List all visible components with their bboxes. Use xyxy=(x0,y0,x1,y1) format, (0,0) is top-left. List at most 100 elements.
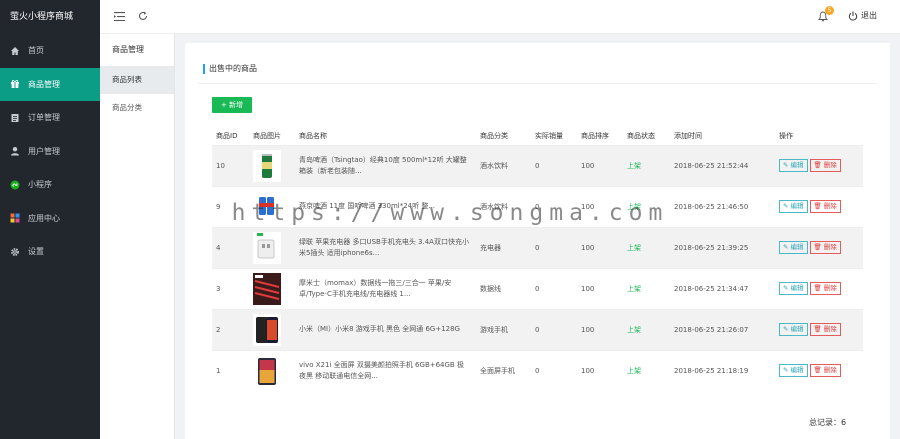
header-status: 商品状态 xyxy=(623,127,670,145)
cell-status: 上架 xyxy=(623,144,670,186)
menu-toggle-icon[interactable] xyxy=(113,10,125,22)
sidebar-item-orders[interactable]: 订单管理 xyxy=(0,101,100,135)
panel-title: 出售中的商品 xyxy=(203,63,257,74)
miniprogram-icon xyxy=(10,180,20,190)
cell-sort: 100 xyxy=(577,308,623,350)
product-thumbnail[interactable] xyxy=(253,272,281,305)
product-thumbnail[interactable] xyxy=(253,231,281,264)
delete-label: 删除 xyxy=(823,366,837,375)
cell-sort: 100 xyxy=(577,349,623,391)
cell-time: 2018-06-25 21:34:47 xyxy=(670,267,775,309)
sidebar-item-settings[interactable]: 设置 xyxy=(0,235,100,269)
add-goods-button[interactable]: + 新增 xyxy=(212,97,252,113)
cell-image xyxy=(249,144,295,186)
sidebar-item-label: 用户管理 xyxy=(28,146,60,156)
cell-category: 酒水饮料 xyxy=(476,144,531,186)
cell-status: 上架 xyxy=(623,308,670,350)
sidebar-item-label: 小程序 xyxy=(28,180,52,190)
cell-category: 数据线 xyxy=(476,267,531,309)
refresh-icon[interactable] xyxy=(137,10,149,22)
edit-label: 编辑 xyxy=(790,161,804,169)
product-thumbnail[interactable] xyxy=(253,149,281,182)
logout-button[interactable]: 退出 xyxy=(848,10,877,21)
topbar: 5 退出 xyxy=(100,0,900,34)
edit-label: 编辑 xyxy=(790,325,804,333)
cell-sales: 0 xyxy=(531,267,577,309)
delete-button[interactable]: 🗑 删除 xyxy=(809,364,841,378)
cell-name: 摩米士（momax）数据线一拖三/三合一 苹果/安卓/Type-C手机充电线/充… xyxy=(295,267,476,309)
product-name: 青岛啤酒（Tsingtao）经典10度 500ml*12听 大罐整箱装（新老包装… xyxy=(299,155,467,175)
cell-sales: 0 xyxy=(531,349,577,391)
cell-name: 青岛啤酒（Tsingtao）经典10度 500ml*12听 大罐整箱装（新老包装… xyxy=(295,144,476,186)
sidebar-item-miniprogram[interactable]: 小程序 xyxy=(0,168,100,202)
cell-actions: ✎ 编辑 🗑 删除 xyxy=(775,226,863,268)
goods-table: 商品ID 商品图片 商品名称 商品分类 实际销量 商品排序 商品状态 添加时间 … xyxy=(212,127,863,391)
delete-button[interactable]: 🗑 删除 xyxy=(809,241,841,254)
delete-label: 删除 xyxy=(823,325,837,333)
cell-actions: ✎ 编辑 🗑 删除 xyxy=(775,308,863,350)
watermark: https://www.songma.com xyxy=(231,200,669,226)
gift-icon xyxy=(10,79,20,89)
cell-time: 2018-06-25 21:39:25 xyxy=(670,226,775,268)
subnav: 商品管理 商品列表 商品分类 xyxy=(100,34,175,439)
cell-name: 绿联 苹果充电器 多口USB手机充电头 3.4A双口快充小米5插头 适用ipho… xyxy=(295,226,476,268)
header-time: 添加时间 xyxy=(670,127,775,145)
brand-title: 萤火小程序商城 xyxy=(10,12,74,22)
logout-label: 退出 xyxy=(861,11,877,20)
delete-label: 删除 xyxy=(823,161,837,169)
header-name: 商品名称 xyxy=(295,127,476,145)
subnav-item-goods-category[interactable]: 商品分类 xyxy=(100,94,174,122)
edit-button[interactable]: ✎ 编辑 xyxy=(779,323,808,336)
edit-button[interactable]: ✎ 编辑 xyxy=(779,159,808,172)
sidebar-item-goods[interactable]: 商品管理 xyxy=(0,67,100,101)
product-thumbnail[interactable] xyxy=(253,354,281,387)
cell-name: vivo X21i 全面屏 双摄美颜拍照手机 6GB+64GB 极夜黑 移动联通… xyxy=(295,349,476,391)
cell-sort: 100 xyxy=(577,226,623,268)
table-row: 4 绿联 苹果充电器 多口USB手机充电头 3.4A双口快充小米5插头 适用ip… xyxy=(212,226,863,268)
power-icon xyxy=(848,11,858,21)
product-thumbnail[interactable] xyxy=(253,313,281,346)
cell-actions: ✎ 编辑 🗑 删除 xyxy=(775,267,863,309)
cell-id: 4 xyxy=(212,226,249,268)
edit-button[interactable]: ✎ 编辑 xyxy=(779,241,808,254)
edit-button[interactable]: ✎ 编辑 xyxy=(779,282,808,295)
table-row: 3 摩米士（momax）数据线一拖三/三合一 苹果/安卓/Type-C手机充电线… xyxy=(212,267,863,309)
home-icon xyxy=(10,46,20,56)
cell-time: 2018-06-25 21:26:07 xyxy=(670,308,775,350)
cell-id: 1 xyxy=(212,349,249,391)
divider xyxy=(198,83,877,84)
cell-image xyxy=(249,349,295,391)
sidebar-nav: 首页 商品管理 订单管理 用户管理 小程序 应用中心 设置 xyxy=(0,34,100,269)
header-sort: 商品排序 xyxy=(577,127,623,145)
cell-category: 充电器 xyxy=(476,226,531,268)
user-icon xyxy=(10,146,20,156)
subnav-item-goods-list[interactable]: 商品列表 xyxy=(100,66,174,94)
delete-label: 删除 xyxy=(823,243,837,251)
header-sales: 实际销量 xyxy=(531,127,577,145)
gear-icon xyxy=(10,247,20,257)
delete-button[interactable]: 🗑 删除 xyxy=(809,282,841,295)
edit-button[interactable]: ✎ 编辑 xyxy=(779,364,808,378)
notification-badge: 5 xyxy=(825,6,834,15)
edit-label: 编辑 xyxy=(790,284,804,292)
table-row: 10 青岛啤酒（Tsingtao）经典10度 500ml*12听 大罐整箱装（新… xyxy=(212,144,863,186)
product-name: vivo X21i 全面屏 双摄美颜拍照手机 6GB+64GB 极夜黑 移动联通… xyxy=(299,360,464,380)
table-header-row: 商品ID 商品图片 商品名称 商品分类 实际销量 商品排序 商品状态 添加时间 … xyxy=(212,127,863,145)
cell-category: 全面屏手机 xyxy=(476,349,531,391)
sidebar-item-users[interactable]: 用户管理 xyxy=(0,135,100,169)
cell-time: 2018-06-25 21:18:19 xyxy=(670,349,775,391)
cell-status: 上架 xyxy=(623,226,670,268)
plus-icon: + xyxy=(220,101,230,109)
goods-panel: 出售中的商品 + 新增 商品ID 商品图片 商品名称 商品分类 实际销量 商品排… xyxy=(185,43,890,439)
delete-button[interactable]: 🗑 删除 xyxy=(809,323,841,336)
edit-label: 编辑 xyxy=(790,366,804,375)
sidebar-item-label: 首页 xyxy=(28,46,44,56)
header-image: 商品图片 xyxy=(249,127,295,145)
delete-button[interactable]: 🗑 删除 xyxy=(809,159,841,172)
cell-sales: 0 xyxy=(531,144,577,186)
sidebar-item-home[interactable]: 首页 xyxy=(0,34,100,68)
cell-image xyxy=(249,267,295,309)
cell-name: 小米（MI）小米8 游戏手机 黑色 全网通 6G+128G xyxy=(295,308,476,350)
cell-status: 上架 xyxy=(623,349,670,391)
cell-id: 10 xyxy=(212,144,249,186)
